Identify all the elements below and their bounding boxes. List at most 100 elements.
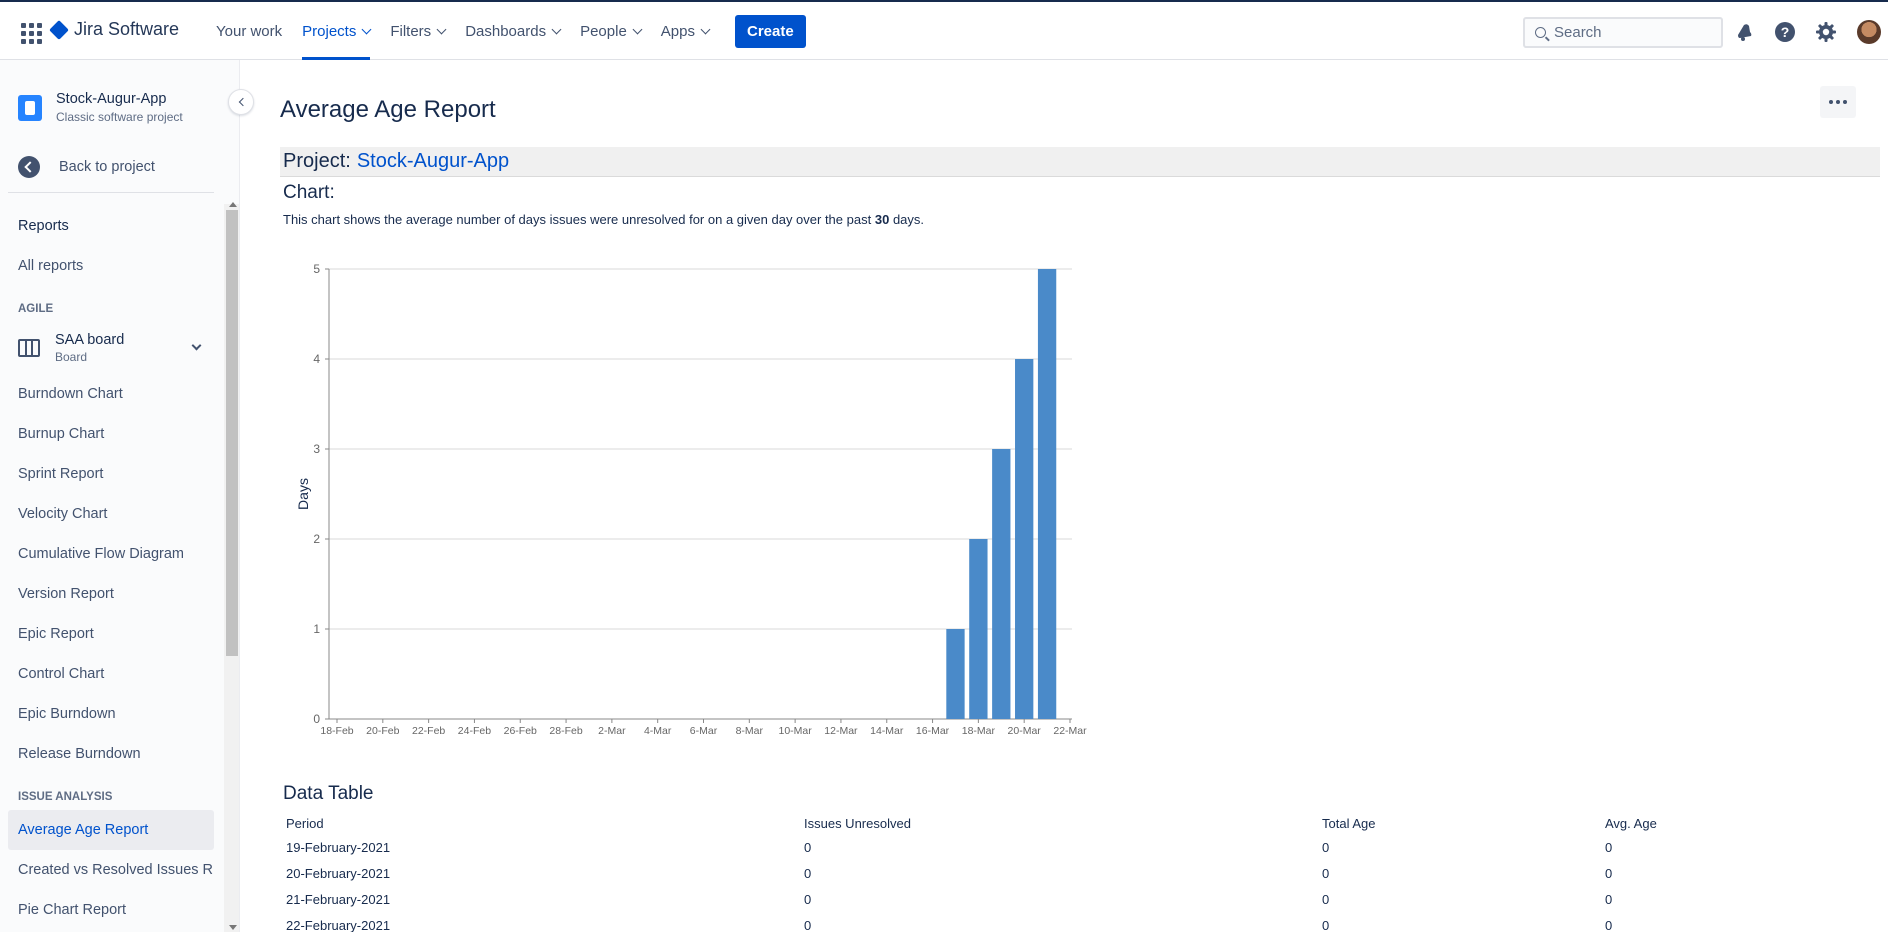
data-table-heading: Data Table: [283, 783, 374, 804]
notifications-icon[interactable]: [1732, 20, 1756, 44]
sidebar-item-velocity-chart[interactable]: Velocity Chart: [8, 494, 214, 534]
x-tick-label: 28-Feb: [549, 725, 582, 737]
back-to-project-link[interactable]: Back to project: [18, 156, 155, 178]
table-cell: 19-February-2021: [286, 839, 391, 855]
table-cell: 0: [1322, 891, 1330, 907]
chart-desc-after: days.: [892, 212, 925, 227]
sidebar-item-created-vs-resolved-issues-r[interactable]: Created vs Resolved Issues R...: [8, 850, 214, 890]
sidebar-item-pie-chart-report[interactable]: Pie Chart Report: [8, 890, 214, 930]
table-cell: 21-February-2021: [286, 891, 391, 907]
sidebar: Stock-Augur-App Classic software project…: [0, 60, 240, 932]
x-tick-label: 12-Mar: [824, 725, 858, 737]
settings-icon[interactable]: [1814, 20, 1838, 44]
chevron-down-icon: [361, 24, 372, 34]
nav-people[interactable]: People: [570, 2, 651, 60]
x-tick-label: 24-Feb: [458, 725, 491, 737]
sidebar-item-version-report[interactable]: Version Report: [8, 574, 214, 614]
search-icon: [1535, 27, 1546, 38]
more-actions-button[interactable]: [1820, 86, 1856, 118]
search-box[interactable]: [1523, 17, 1723, 48]
scroll-down-icon[interactable]: [229, 925, 237, 930]
sidebar-item-sprint-report[interactable]: Sprint Report: [8, 454, 214, 494]
chart-heading: Chart:: [283, 182, 335, 203]
table-row: 20-February-2021 0 0 0: [283, 860, 1663, 886]
nav-dashboards[interactable]: Dashboards: [455, 2, 570, 60]
nav-label: Your work: [216, 22, 283, 40]
y-tick-label: 1: [313, 622, 320, 636]
y-tick-label: 3: [313, 442, 320, 456]
table-cell: 0: [1605, 891, 1613, 907]
project-bar: Project: Stock-Augur-App: [280, 147, 1880, 177]
back-arrow-icon: [18, 156, 40, 178]
sidebar-item-all-reports[interactable]: All reports: [8, 246, 214, 286]
chart-desc-days: 30: [874, 212, 890, 227]
table-row: 19-February-2021 0 0 0: [283, 834, 1663, 860]
board-type: Board: [55, 350, 88, 364]
x-tick-label: 8-Mar: [736, 725, 764, 737]
primary-nav: Your work Projects Filters Dashboards People…: [206, 2, 806, 60]
nav-label: Apps: [660, 22, 695, 40]
sidebar-scrollbar[interactable]: [224, 202, 239, 932]
y-tick-label: 4: [313, 352, 320, 366]
top-navigation: Jira Software Your work Projects Filters Da…: [0, 0, 1888, 60]
page-title: Average Age Report: [280, 96, 496, 123]
sidebar-item-cumulative-flow-diagram[interactable]: Cumulative Flow Diagram: [8, 534, 214, 574]
jira-logo[interactable]: Jira Software: [49, 19, 179, 40]
nav-projects[interactable]: Projects: [292, 2, 380, 60]
x-tick-label: 18-Feb: [320, 725, 353, 737]
table-cell: 22-February-2021: [286, 917, 391, 932]
scrollbar-thumb[interactable]: [226, 210, 238, 656]
collapse-sidebar-button[interactable]: [228, 89, 254, 115]
x-tick-label: 6-Mar: [690, 725, 718, 737]
nav-filters[interactable]: Filters: [380, 2, 455, 60]
nav-label: Filters: [390, 22, 432, 40]
board-name: SAA board: [55, 332, 125, 348]
project-name: Stock-Augur-App: [56, 91, 167, 107]
project-type: Classic software project: [56, 110, 183, 124]
nav-label: Projects: [302, 22, 357, 40]
x-tick-label: 26-Feb: [504, 725, 537, 737]
nav-apps[interactable]: Apps: [651, 2, 719, 60]
project-label: Project:: [283, 150, 351, 172]
chart-bar: [946, 629, 965, 719]
chevron-down-icon: [551, 24, 562, 34]
table-cell: 0: [804, 865, 812, 881]
y-tick-label: 2: [313, 532, 320, 546]
average-age-chart: 0 1 2 3 4 5 Days 18-Feb 20-Feb 22-Feb 24-Feb 26-Feb…: [295, 262, 1087, 737]
table-cell: 0: [804, 917, 812, 932]
column-header-issues-unresolved: Issues Unresolved: [804, 815, 911, 831]
sidebar-item-control-chart[interactable]: Control Chart: [8, 654, 214, 694]
table-cell: 0: [1322, 865, 1330, 881]
create-button[interactable]: Create: [735, 14, 806, 48]
agile-section-heading: AGILE: [18, 303, 54, 315]
project-header[interactable]: Stock-Augur-App Classic software project: [18, 91, 183, 124]
app-switcher-icon[interactable]: [18, 20, 42, 44]
sidebar-item-burndown-chart[interactable]: Burndown Chart: [8, 374, 214, 414]
chart-desc-before: This chart shows the average number of d…: [283, 212, 872, 227]
scroll-up-icon[interactable]: [229, 202, 237, 207]
table-cell: 0: [804, 891, 812, 907]
profile-avatar[interactable]: [1857, 20, 1881, 44]
sidebar-item-burnup-chart[interactable]: Burnup Chart: [8, 414, 214, 454]
table-cell: 0: [1322, 839, 1330, 855]
sidebar-item-release-burndown[interactable]: Release Burndown: [8, 734, 214, 774]
chart-description: This chart shows the average number of d…: [283, 212, 924, 227]
sidebar-item-epic-report[interactable]: Epic Report: [8, 614, 214, 654]
project-link[interactable]: Stock-Augur-App: [357, 150, 509, 173]
x-tick-label: 14-Mar: [870, 725, 904, 737]
search-input[interactable]: [1554, 24, 1714, 41]
chevron-down-icon: [632, 24, 643, 34]
reports-nav: Reports All reports AGILE SAA board Boar…: [8, 206, 214, 930]
sidebar-item-average-age-report[interactable]: Average Age Report: [8, 810, 214, 850]
jira-diamond-icon: [49, 19, 69, 40]
nav-your-work[interactable]: Your work: [206, 2, 292, 60]
nav-label: People: [580, 22, 627, 40]
sidebar-item-epic-burndown[interactable]: Epic Burndown: [8, 694, 214, 734]
chevron-down-icon[interactable]: [191, 340, 202, 351]
board-selector[interactable]: SAA board Board: [8, 322, 214, 374]
help-icon[interactable]: ?: [1773, 20, 1797, 44]
table-cell: 0: [1322, 917, 1330, 932]
x-tick-label: 16-Mar: [916, 725, 950, 737]
y-tick-label: 5: [313, 262, 320, 276]
x-tick-label: 2-Mar: [598, 725, 626, 737]
